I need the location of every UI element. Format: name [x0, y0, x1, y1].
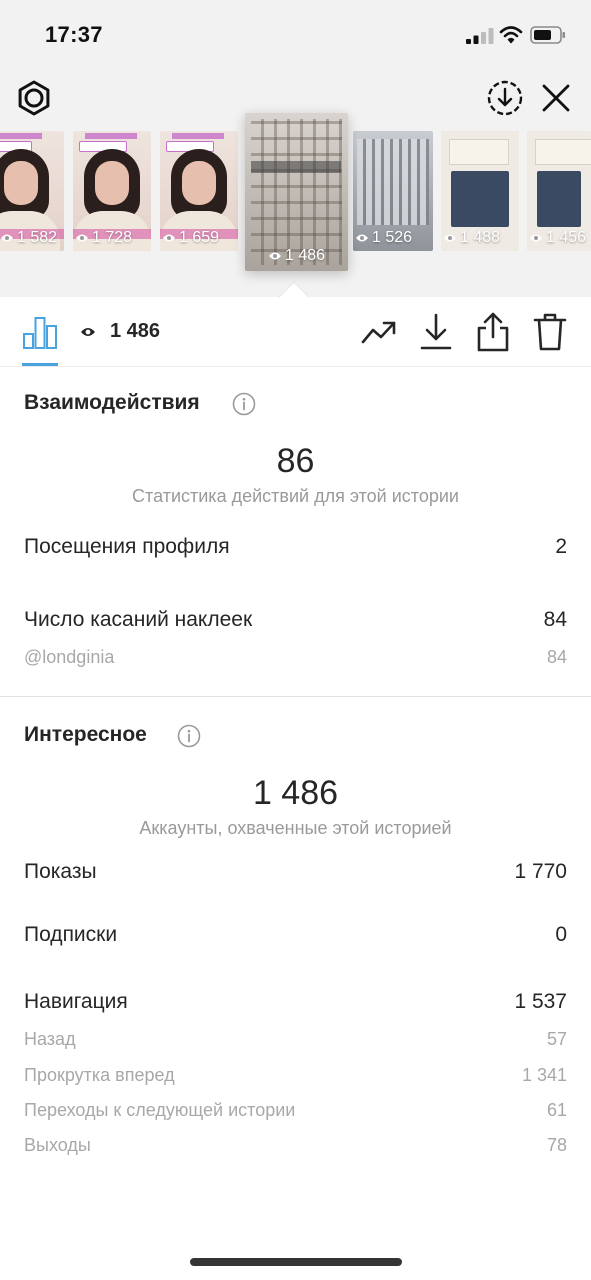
story-thumbnail[interactable]: 1 488	[441, 131, 519, 251]
eye-icon	[81, 327, 95, 336]
insights-panel: 1 486 Взаимодействия 86 Статистика дейст…	[0, 297, 591, 1280]
metric-label: @londginia	[24, 647, 115, 667]
trend-up-icon[interactable]	[360, 313, 398, 351]
metric-value: 78	[546, 1135, 567, 1155]
interactions-total: 86	[276, 442, 315, 480]
interactions-title: Взаимодействия	[24, 391, 200, 414]
status-bar: 17:37	[0, 0, 591, 70]
cellular-signal-icon	[466, 28, 494, 44]
metric-value: 84	[546, 647, 567, 667]
metric-value: 2	[555, 535, 567, 558]
metric-subrow-mention: @londginia 84	[24, 647, 567, 668]
eye-icon	[444, 234, 456, 242]
metric-label: Назад	[24, 1029, 76, 1049]
metric-label: Число касаний наклеек	[24, 608, 253, 631]
wifi-icon	[499, 26, 523, 44]
eye-icon	[530, 234, 542, 242]
settings-gear-icon[interactable]	[14, 78, 54, 118]
metric-subrow-forward: Прокрутка вперед 1 341	[24, 1065, 567, 1086]
story-views: 1 488	[441, 229, 519, 247]
metric-value: 1 537	[514, 990, 567, 1013]
story-insights-screen: 17:37 1 582 1 728 1 659 1 486 1 526 1 48…	[0, 0, 591, 1280]
status-time: 17:37	[45, 22, 103, 47]
story-tray-area: 17:37 1 582 1 728 1 659 1 486 1 526 1 48…	[0, 0, 591, 297]
metric-value: 61	[546, 1100, 567, 1120]
story-views: 1 456	[527, 229, 591, 247]
metric-row-navigation: Навигация 1 537	[24, 990, 567, 1014]
battery-icon	[530, 26, 565, 44]
eye-icon	[76, 234, 88, 242]
interactions-caption: Статистика действий для этой истории	[132, 486, 459, 506]
eye-icon	[1, 234, 13, 242]
eye-icon	[163, 234, 175, 242]
share-icon[interactable]	[475, 311, 511, 353]
metric-value: 84	[543, 608, 567, 631]
metric-row-follows: Подписки 0	[24, 923, 567, 947]
metric-row-impressions: Показы 1 770	[24, 860, 567, 884]
story-views: 1 526	[353, 229, 433, 247]
discovery-total: 1 486	[252, 774, 339, 812]
story-views: 1 582	[0, 229, 64, 247]
metric-label: Подписки	[24, 923, 118, 946]
metric-value: 0	[555, 923, 567, 946]
metric-row-sticker-taps: Число касаний наклеек 84	[24, 608, 567, 632]
bar-chart-icon[interactable]	[22, 314, 58, 350]
metric-subrow-exits: Выходы 78	[24, 1135, 567, 1156]
save-to-device-icon[interactable]	[486, 79, 524, 117]
discovery-caption: Аккаунты, охваченные этой историей	[139, 818, 452, 838]
metric-label: Выходы	[24, 1135, 91, 1155]
story-thumbnail[interactable]: 1 526	[353, 131, 433, 251]
story-thumbnail-selected[interactable]: 1 486	[245, 113, 348, 271]
active-tab-indicator	[22, 363, 58, 366]
close-icon[interactable]	[540, 82, 572, 114]
story-thumbnail[interactable]: 1 659	[160, 131, 238, 251]
metric-value: 1 341	[521, 1065, 567, 1085]
metric-label: Навигация	[24, 990, 128, 1013]
story-thumbnail[interactable]: 1 728	[73, 131, 151, 251]
story-views: 1 728	[73, 229, 151, 247]
eye-icon	[356, 234, 368, 242]
metric-label: Показы	[24, 860, 97, 883]
trash-icon[interactable]	[532, 312, 568, 352]
home-indicator[interactable]	[190, 1258, 402, 1266]
story-views: 1 659	[160, 229, 238, 247]
metric-row-profile-visits: Посещения профиля 2	[24, 535, 567, 559]
story-thumbnail[interactable]: 1 456	[527, 131, 591, 251]
story-views: 1 486	[245, 247, 348, 265]
section-divider	[0, 696, 591, 697]
info-icon[interactable]	[177, 724, 201, 748]
metric-subrow-next-story: Переходы к следующей истории 61	[24, 1100, 567, 1121]
metric-label: Прокрутка вперед	[24, 1065, 175, 1085]
download-icon[interactable]	[419, 312, 453, 352]
metric-label: Переходы к следующей истории	[24, 1100, 296, 1120]
eye-icon	[268, 252, 281, 260]
metric-subrow-back: Назад 57	[24, 1029, 567, 1050]
story-view-count: 1 486	[80, 320, 160, 343]
metric-value: 1 770	[514, 860, 567, 883]
info-icon[interactable]	[232, 392, 256, 416]
discovery-title: Интересное	[24, 723, 147, 746]
story-thumbnail[interactable]: 1 582	[0, 131, 64, 251]
metric-label: Посещения профиля	[24, 535, 230, 558]
metric-value: 57	[546, 1029, 567, 1049]
